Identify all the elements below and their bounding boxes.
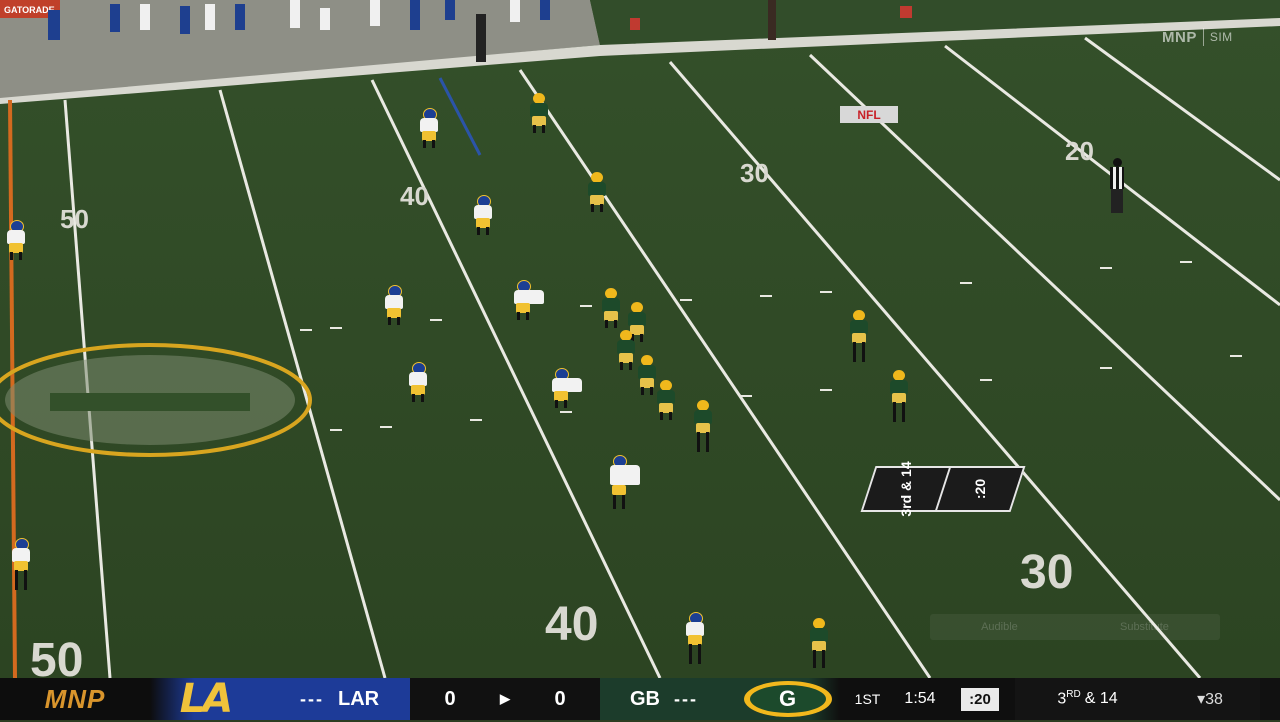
home-score: 0 [520, 678, 600, 720]
ball-spot: ▾38 [1160, 678, 1260, 720]
on-field-down-marker: 3rd & 14 :20 [860, 461, 1026, 517]
player-rams-edge-2 [407, 362, 429, 402]
player-packers-qb [848, 310, 870, 370]
player-packers-ol-5 [655, 380, 677, 420]
away-team-logo: LA [150, 676, 260, 722]
player-rams-cornerback-left [5, 220, 27, 260]
hint-substitute: Substitute [1119, 621, 1169, 633]
player-packers-wr-far [528, 93, 550, 133]
player-packers-rb [888, 370, 910, 430]
player-rams-lineman-2 [550, 368, 586, 408]
svg-text:50: 50 [30, 634, 83, 678]
player-rams-lineman-1 [512, 280, 548, 320]
svg-text:40: 40 [545, 598, 598, 651]
home-team-logo: G [735, 678, 840, 720]
game-clock: 1:54 [895, 678, 945, 720]
play-clock-container: :20 [945, 678, 1015, 720]
distance: & 14 [1084, 690, 1118, 707]
broadcast-watermark: MNP SIM [1162, 28, 1233, 46]
away-team-panel: --- LAR [260, 678, 410, 720]
scorebug: MNP LA --- LAR 0 ▶ 0 GB --- G 1ST 1:54 :… [0, 676, 1280, 722]
home-logo-letter: G [749, 685, 826, 713]
player-rams-safety-deep [418, 108, 440, 148]
hint-audible: Audible [981, 621, 1018, 633]
player-packers-te [692, 400, 714, 460]
away-team-abbr: LAR [337, 687, 380, 710]
down-marker-down: 3rd & 14 [898, 461, 914, 517]
quarter: 1ST [840, 678, 895, 720]
play-clock: :20 [961, 687, 999, 711]
referee [1108, 158, 1126, 218]
away-score: 0 [410, 678, 490, 720]
possession-arrow-icon: ▶ [490, 678, 520, 720]
player-rams-cornerback-near [684, 612, 706, 672]
home-team-panel: GB --- [600, 678, 735, 720]
watermark-brand: MNP [1162, 28, 1197, 46]
player-rams-linebacker [472, 195, 494, 235]
svg-text:NFL: NFL [857, 108, 880, 122]
watermark-mode: SIM [1209, 30, 1233, 44]
svg-text:20: 20 [1065, 136, 1094, 166]
down-suffix: RD [1066, 689, 1081, 701]
faint-hint-bar: Audible Substitute [930, 614, 1220, 640]
down-and-distance: 3RD & 14 [1015, 678, 1160, 720]
home-team-abbr: GB [630, 687, 660, 710]
down-marker-clock: :20 [972, 478, 988, 500]
away-timeouts: --- [300, 688, 324, 709]
down-number: 3 [1057, 690, 1067, 708]
svg-text:40: 40 [400, 181, 429, 211]
player-rams-cornerback-bottom [10, 538, 32, 598]
player-packers-ol-1 [600, 288, 622, 328]
svg-text:GATORADE: GATORADE [4, 5, 55, 15]
player-rams-lineman-3 [608, 455, 644, 515]
down-marker-divider [935, 468, 951, 510]
player-packers-ol-3 [615, 330, 637, 370]
svg-text:30: 30 [740, 158, 769, 188]
player-rams-edge [383, 285, 405, 325]
player-packers-wr-slot [586, 172, 608, 212]
scorebug-brand: MNP [0, 678, 150, 720]
home-timeouts: --- [674, 688, 698, 709]
watermark-divider [1202, 28, 1204, 46]
svg-text:50: 50 [60, 204, 89, 234]
svg-text:30: 30 [1020, 546, 1073, 599]
player-packers-wr-near [808, 618, 830, 676]
nfl-shield-logo: NFL [840, 106, 898, 123]
